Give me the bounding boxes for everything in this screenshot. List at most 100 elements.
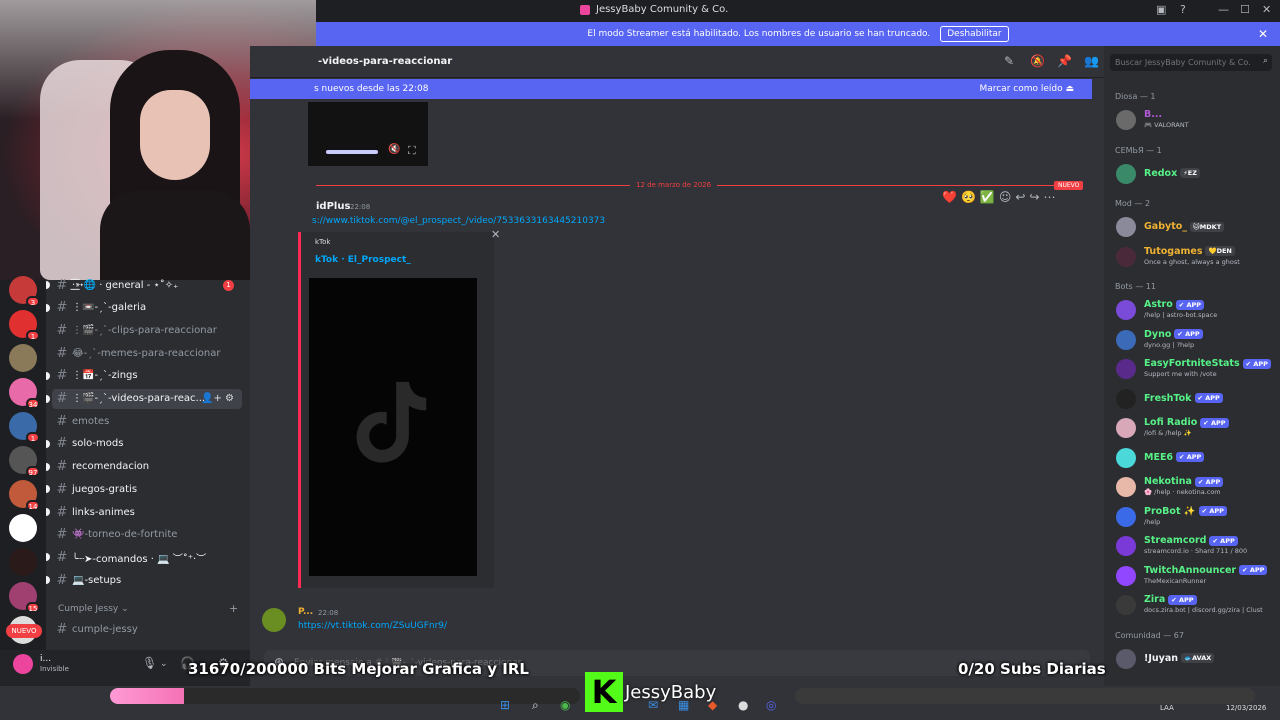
remove-embed-icon[interactable]: ✕ [491,228,500,241]
member-item[interactable]: Tutogames 💛DEN Once a ghost, always a ghos… [1112,245,1276,269]
embed-title-link[interactable]: kTok · El_Prospect_ [315,255,411,265]
notifications-icon[interactable]: 🔕 [1030,54,1045,68]
chrome-icon[interactable]: ◉ [560,698,570,712]
obs-icon[interactable]: ● [738,698,748,712]
threads-icon[interactable]: ✎ [1004,54,1014,68]
user-status: Invisible [40,665,69,673]
message-author[interactable]: P... [298,607,313,617]
server-search-input[interactable] [1115,56,1255,69]
channel-item[interactable]: # juegos-gratis [46,479,242,499]
member-item[interactable]: TwitchAnnouncer ✔ APP TheMexicanRunner [1112,564,1276,588]
hash-icon: # [56,527,68,543]
server-icon[interactable]: 34 [9,378,40,409]
category-cumple-jessy[interactable]: Cumple Jessy ⌄ [58,604,129,614]
channel-settings-icon[interactable]: 👤+ ⚙ [201,393,234,404]
member-item[interactable]: Gabyto_ 🐱MDKT [1112,215,1276,239]
channel-item[interactable]: # recomendacion [46,457,242,477]
server-icon[interactable]: 97 [9,446,40,477]
member-item[interactable]: EasyFortniteStats ✔ APP Support me with /v… [1112,357,1276,381]
pin-icon[interactable]: 📌 [1057,54,1072,68]
sad-reaction-icon[interactable]: 🥺 [961,190,976,204]
member-item[interactable]: FreshTok ✔ APP [1112,387,1276,411]
message-author[interactable]: idPlus [316,201,350,212]
member-item[interactable]: Zira ✔ APP docs.zira.bot | discord.gg/zira… [1112,593,1276,617]
member-item[interactable]: !Juyan 🐟AVAX [1112,647,1276,671]
member-item[interactable]: Nekotina ✔ APP 🌸 /help · nekotina.com [1112,475,1276,499]
inbox-icon[interactable]: ▣ [1156,3,1166,16]
user-avatar[interactable] [13,654,33,674]
heart-reaction-icon[interactable]: ❤️ [942,190,957,204]
member-item[interactable]: B... 🎮 VALORANT [1112,108,1276,132]
server-icon[interactable] [9,514,37,542]
member-group-header: Bots — 11 [1115,282,1156,291]
server-icon[interactable]: 3 [9,276,40,307]
channel-item[interactable]: # solo-mods [46,434,242,454]
tray-date[interactable]: 12/03/2026 [1226,704,1266,712]
member-item[interactable]: Redox ⚡EZ [1112,162,1276,186]
previous-video-player[interactable]: 🔇 ⛶ [308,102,428,166]
message-author-avatar[interactable] [262,608,286,632]
microphone-icon[interactable]: 🎙 [142,656,157,670]
unread-indicator [46,394,50,403]
channel-item[interactable]: # ⋮📅-ˏˋ-zings [46,366,242,386]
channel-item[interactable]: # ⋮🎬-ˏˋ-videos-para-reac... 👤+ ⚙ [46,388,242,409]
member-item[interactable]: Dyno ✔ APP dyno.gg | ?help [1112,328,1276,352]
help-icon[interactable]: ? [1180,3,1186,16]
forward-icon[interactable]: ↪ [1029,190,1039,204]
server-icon[interactable] [9,344,37,372]
member-item[interactable]: MEE6 ✔ APP [1112,446,1276,470]
maximize-icon[interactable]: ☐ [1240,3,1250,16]
channel-item[interactable]: # emotes [52,411,242,431]
channel-item[interactable]: # cumple-jessy [52,619,242,639]
unread-indicator [46,303,50,312]
server-icon[interactable]: 1 [9,310,40,341]
create-channel-icon[interactable]: + [229,602,238,615]
tray-language[interactable]: LAA [1160,704,1174,712]
discord-taskbar-icon[interactable]: ◎ [766,698,776,712]
message-link[interactable]: https://vt.tiktok.com/ZSuUGFnr9/ [298,621,447,631]
minimize-icon[interactable]: — [1218,3,1229,16]
server-icon[interactable]: 15 [9,582,40,613]
member-item[interactable]: Streamcord ✔ APP streamcord.io · Shard 711… [1112,534,1276,558]
channel-item[interactable]: # links-animes [46,502,242,522]
server-icon[interactable]: 14 [9,480,40,511]
chevron-down-icon[interactable]: ⌄ [160,659,168,669]
member-item[interactable]: ProBot ✨ ✔ APP/help [1112,505,1276,529]
hash-icon: # [56,300,68,316]
add-reaction-icon[interactable]: ☺ [999,190,1012,204]
channel-item[interactable]: # ⋮🎬-ˏˋ-clips-para-reaccionar [52,320,242,340]
mute-icon[interactable]: 🔇 [388,144,400,155]
member-activity: /lofi & /help ✨ [1144,429,1192,437]
user-name[interactable]: i... [40,654,51,664]
taskbar-search-icon[interactable]: ⌕ [532,698,539,713]
channel-item[interactable]: # ·͟͟͞͞➳🌐 · general - ⋆˚✧₊ 1 [46,275,242,295]
member-item[interactable]: Lofi Radio ✔ APP/lofi & /help ✨ [1112,416,1276,440]
store-icon[interactable]: ▦ [678,698,689,712]
start-icon[interactable]: ⊞ [500,698,510,712]
more-options-icon[interactable]: ⋯ [1044,190,1056,204]
server-icon[interactable] [9,548,37,576]
new-messages-bar[interactable]: s nuevos desde las 22:08 Marcar como leí… [250,79,1092,99]
channel-item[interactable]: # 💻-setups [46,570,242,590]
channel-item[interactable]: # 😂-ˏˋ-memes-para-reaccionar [52,343,242,363]
banner-close-icon[interactable]: ✕ [1258,27,1268,41]
message-link[interactable]: s://www.tiktok.com/@el_prospect_/video/7… [312,216,605,226]
fullscreen-icon[interactable]: ⛶ [408,144,416,158]
brave-icon[interactable]: ◆ [708,698,717,712]
volume-slider[interactable] [326,150,378,154]
channel-item[interactable]: # ⋮📼-ˏˋ-galeria [46,298,242,318]
mark-as-read-button[interactable]: Marcar como leído ⏏ [979,84,1074,94]
close-window-icon[interactable]: ✕ [1262,3,1271,16]
server-mention-badge: 1 [26,432,40,443]
mail-icon[interactable]: ✉ [648,698,658,712]
channel-item[interactable]: # ╰┈➤-comandos · 💻 ︶˚⁺‧︶ [46,547,242,567]
member-item[interactable]: Astro ✔ APP/help | astro-bot.space [1112,298,1276,322]
check-reaction-icon[interactable]: ✅ [980,190,995,204]
new-servers-pill[interactable]: NUEVO [6,624,42,638]
tiktok-video-player[interactable] [309,278,477,576]
channel-item[interactable]: # 👾-torneo-de-fortnite [52,525,242,545]
server-icon[interactable]: 1 [9,412,40,443]
reply-icon[interactable]: ↩ [1015,190,1025,204]
disable-streamer-button[interactable]: Deshabilitar [940,26,1009,42]
members-list-icon[interactable]: 👥 [1084,54,1099,68]
